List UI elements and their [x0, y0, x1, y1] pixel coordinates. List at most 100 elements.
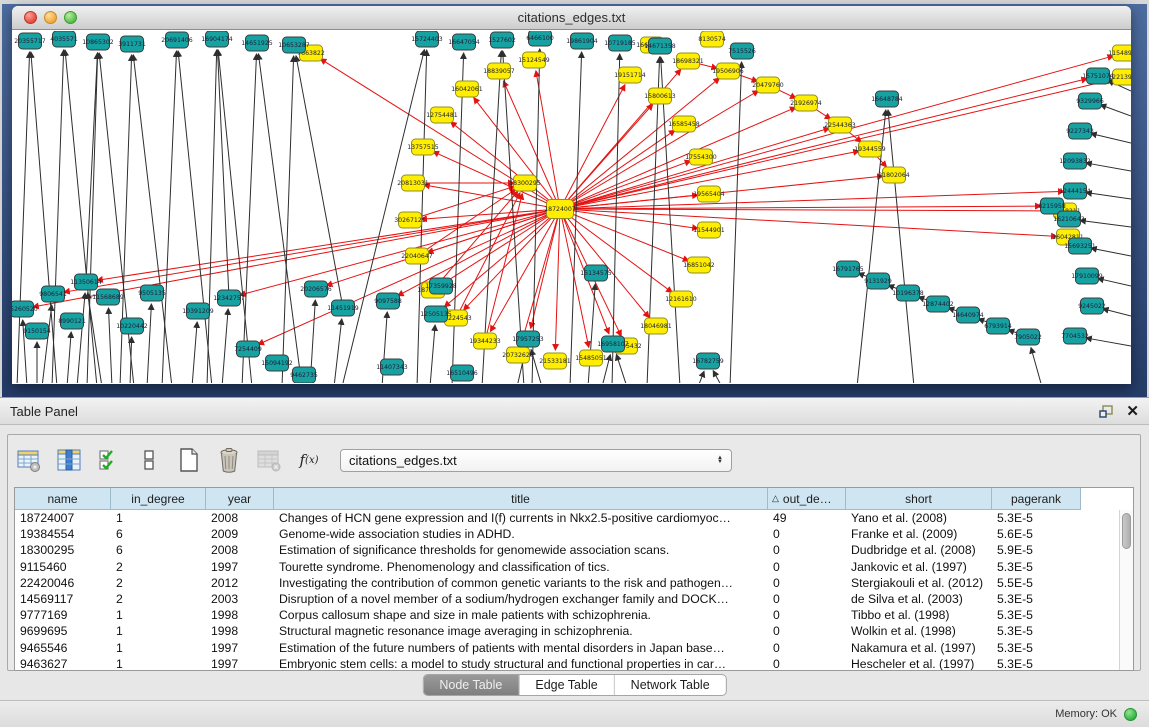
close-panel-icon[interactable]: ✕ — [1126, 404, 1139, 419]
table-row[interactable]: 1938455462009Genome-wide association stu… — [15, 526, 1119, 542]
table-row[interactable]: 969969511998Structural magnetic resonanc… — [15, 623, 1119, 639]
table-row[interactable]: 946362711997Embryonic stem cells: a mode… — [15, 656, 1119, 671]
graph-node-label: 6466100 — [526, 35, 554, 42]
graph-node-label: 19344559 — [854, 146, 886, 153]
graph-node-label: 18724007 — [544, 206, 576, 213]
tab-network-table[interactable]: Network Table — [615, 675, 726, 695]
graph-node-label: 11548908 — [1108, 50, 1131, 57]
column-header-year[interactable]: year — [206, 488, 274, 510]
graph-node-label: 20732625 — [502, 352, 534, 359]
graph-node-label: 12342757 — [213, 295, 245, 302]
table-row[interactable]: 1830029562008Estimation of significance … — [15, 542, 1119, 558]
citation-edge — [1031, 348, 1042, 383]
table-row[interactable]: 1456911722003Disruption of a novel membe… — [15, 591, 1119, 607]
table-row[interactable]: 1872400712008Changes of HCN gene express… — [15, 510, 1119, 526]
table-cell: Franke et al. (2009) — [846, 527, 992, 541]
column-header-short[interactable]: short — [846, 488, 992, 510]
table-cell: Genome-wide association studies in ADHD. — [274, 527, 768, 541]
graph-node-label: 9131929 — [864, 278, 892, 285]
graph-node-label: 19344233 — [469, 338, 501, 345]
table-cell: Tibbo et al. (1998) — [846, 608, 992, 622]
tab-node-table[interactable]: Node Table — [423, 675, 519, 695]
graph-node-label: 16791765 — [832, 266, 864, 273]
table-row[interactable]: 946554611997Estimation of the future num… — [15, 640, 1119, 656]
minimize-window-button[interactable] — [44, 11, 57, 24]
graph-node-label: 14651925 — [241, 40, 273, 47]
graph-node-label: 10196378 — [892, 290, 924, 297]
row-height-icon[interactable] — [134, 444, 164, 476]
sort-ascending-icon: △ — [772, 493, 779, 504]
table-cell: Estimation of the future numbers of pati… — [274, 641, 768, 655]
table-cell: 0 — [768, 543, 846, 557]
function-builder-icon[interactable]: f(x) — [294, 444, 324, 476]
graph-node-label: 16042061 — [451, 86, 483, 93]
table-cell: 0 — [768, 527, 846, 541]
graph-node-label: 12444154 — [1059, 188, 1091, 195]
graph-node-label: 6793914 — [984, 323, 1012, 330]
citation-edge-red — [456, 193, 520, 318]
table-cell: Nakamura et al. (1997) — [846, 641, 992, 655]
delete-column-icon[interactable] — [214, 444, 244, 476]
table-selector-value: citations_edges.txt — [349, 453, 717, 468]
table-cell: 1998 — [206, 624, 274, 638]
citation-edge — [207, 50, 217, 383]
graph-node-label: 22544363 — [824, 122, 856, 129]
citation-edge-red — [536, 71, 560, 209]
table-cell: 9463627 — [15, 657, 111, 671]
citation-edge-red — [560, 161, 691, 209]
table-cell: 0 — [768, 624, 846, 638]
table-tab-bar: Node TableEdge TableNetwork Table — [422, 674, 726, 696]
table-cell: Disruption of a novel member of a sodium… — [274, 592, 768, 606]
graph-node-label: 17359928 — [425, 283, 457, 290]
graph-node-label: 8130574 — [698, 36, 726, 43]
graph-node-label: 16782759 — [692, 358, 724, 365]
graph-node-label: 18046981 — [640, 323, 672, 330]
zoom-window-button[interactable] — [64, 11, 77, 24]
graph-node-label: 16647054 — [448, 39, 480, 46]
select-column-icon[interactable] — [54, 444, 84, 476]
table-body: 1872400712008Changes of HCN gene express… — [15, 510, 1119, 670]
table-settings-icon[interactable] — [14, 444, 44, 476]
network-window-titlebar[interactable]: citations_edges.txt — [12, 6, 1131, 30]
table-cell: Dudbridge et al. (2008) — [846, 543, 992, 557]
vertical-scrollbar[interactable] — [1119, 510, 1133, 670]
column-header-out-de-[interactable]: △out_de… — [768, 488, 846, 510]
table-cell: de Silva et al. (2003) — [846, 592, 992, 606]
tab-edge-table[interactable]: Edge Table — [519, 675, 614, 695]
close-window-button[interactable] — [24, 11, 37, 24]
column-header-title[interactable]: title — [274, 488, 768, 510]
table-toolbar: f(x) citations_edges.txt ▲▼ — [14, 440, 732, 480]
citation-edge — [52, 50, 64, 383]
table-selector-dropdown[interactable]: citations_edges.txt ▲▼ — [340, 449, 732, 472]
graph-node-label: 9505135 — [138, 290, 166, 297]
table-cell: Wolkin et al. (1998) — [846, 624, 992, 638]
column-header-name[interactable]: name — [15, 488, 111, 510]
select-all-checks-icon[interactable] — [94, 444, 124, 476]
table-row[interactable]: 977716911998Corpus callosum shape and si… — [15, 607, 1119, 623]
graph-node-label: 14640974 — [952, 312, 984, 319]
scrollbar-thumb[interactable] — [1122, 513, 1131, 549]
graph-node-label: 18300295 — [509, 180, 541, 187]
column-header-in-degree[interactable]: in_degree — [111, 488, 206, 510]
graph-node-label: 16648784 — [871, 96, 903, 103]
table-cell: 19384554 — [15, 527, 111, 541]
table-cell: Corpus callosum shape and size in male p… — [274, 608, 768, 622]
table-cell: 1998 — [206, 608, 274, 622]
table-cell: 9699695 — [15, 624, 111, 638]
graph-node-label: 17910099 — [1071, 273, 1103, 280]
graph-node-label: 19151714 — [614, 72, 646, 79]
memory-status-icon[interactable] — [1124, 708, 1137, 721]
graph-node-label: 16904174 — [201, 36, 233, 43]
citation-edge — [296, 56, 343, 308]
table-panel-header: Table Panel ✕ — [0, 398, 1149, 425]
network-canvas[interactable]: 1872400715124549188390571604206112754481… — [12, 31, 1131, 383]
create-column-icon[interactable] — [174, 444, 204, 476]
table-cell: 6 — [111, 527, 206, 541]
column-header-pagerank[interactable]: pagerank — [992, 488, 1081, 510]
float-panel-icon[interactable] — [1098, 404, 1114, 419]
network-window[interactable]: citations_edges.txt 18724007151245491883… — [12, 6, 1131, 384]
table-row[interactable]: 2242004622012Investigating the contribut… — [15, 575, 1119, 591]
delete-table-icon — [254, 444, 284, 476]
graph-node-label: 12161610 — [665, 296, 697, 303]
table-row[interactable]: 911546021997Tourette syndrome. Phenomeno… — [15, 559, 1119, 575]
